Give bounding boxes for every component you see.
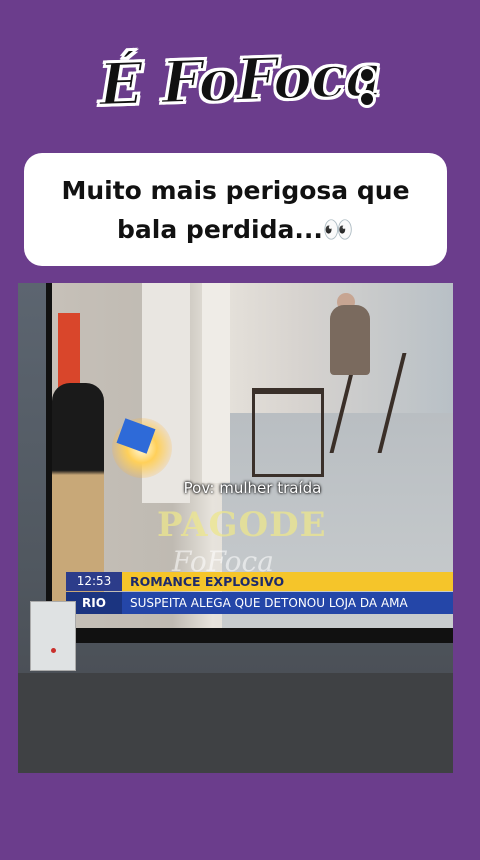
logo-text: É FoFoca [97,40,384,120]
wall-outlet [30,601,76,671]
ticker-news: SUSPEITA ALEGA QUE DETONOU LOJA DA AMA [130,596,408,610]
logo-colon-decoration [352,62,382,112]
caption-text: Muito mais perigosa que bala perdida...👀 [61,175,410,244]
brand-logo: É FoFoca [0,18,480,138]
tv-cabinet [18,673,453,773]
watermark-text: PAGODE [157,505,327,545]
store-pillar-2 [202,283,230,483]
ticker-time: 12:53 [66,572,122,591]
overlay-caption: Pov: mulher traída [183,479,322,497]
store-table [252,388,324,477]
caption-box: Muito mais perigosa que bala perdida...👀 [24,153,447,266]
news-ticker-bottom: RIO SUSPEITA ALEGA QUE DETONOU LOJA DA A… [66,592,453,614]
seated-person [330,305,370,375]
video-frame[interactable]: Pov: mulher traída PAGODE FoFoca 12:53 R… [18,283,453,773]
outlet-indicator [51,648,56,653]
tv-screen: Pov: mulher traída PAGODE FoFoca 12:53 R… [52,283,453,628]
ticker-headline: ROMANCE EXPLOSIVO [130,574,285,589]
news-ticker-top: 12:53 ROMANCE EXPLOSIVO [66,572,453,591]
